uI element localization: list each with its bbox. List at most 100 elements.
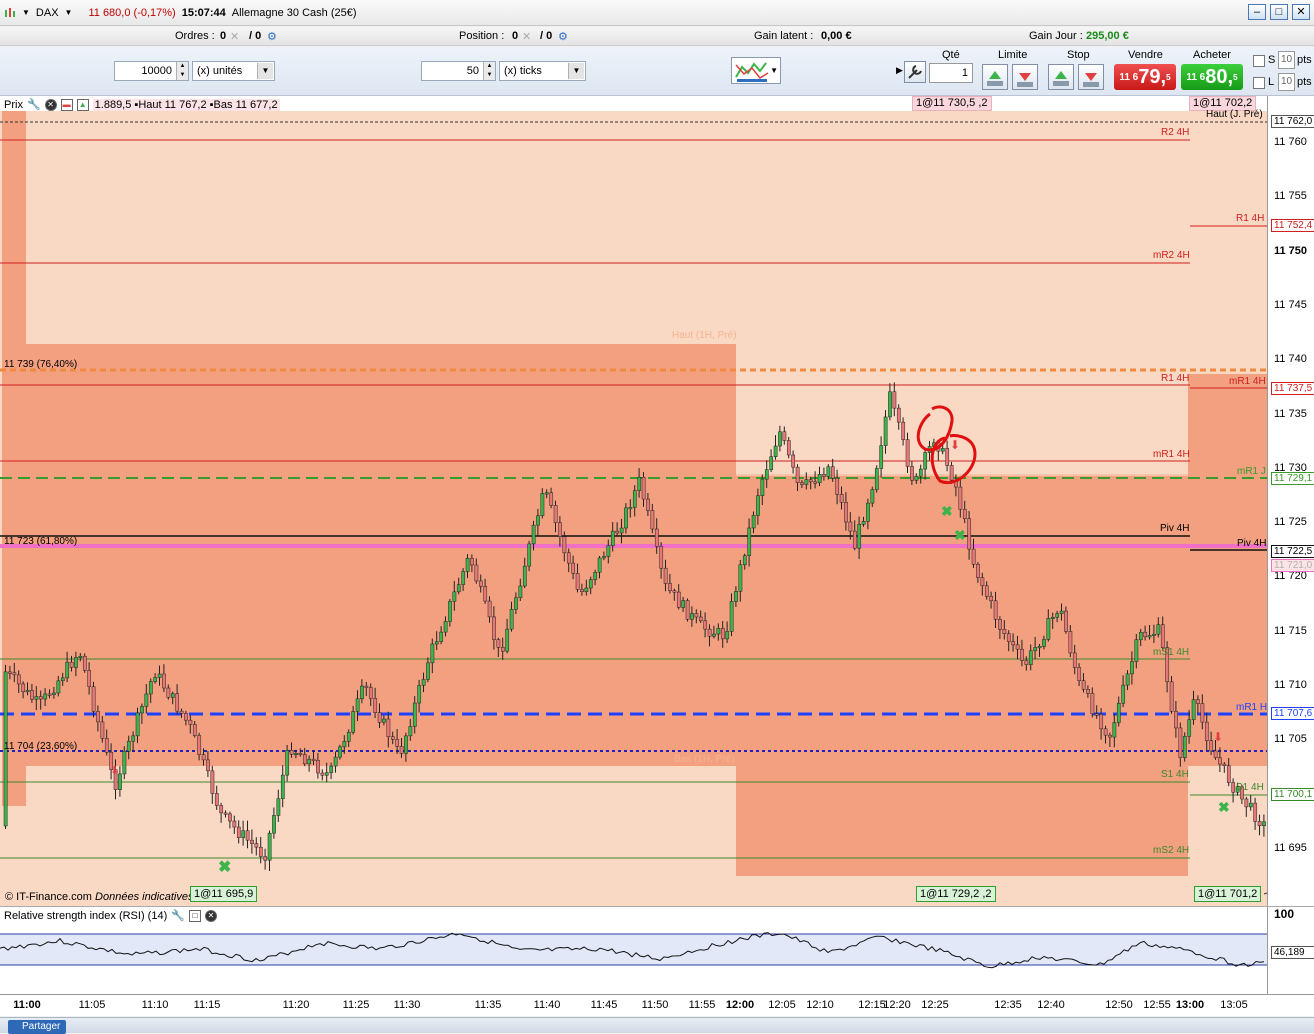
close-button[interactable]: ✕ (1292, 4, 1310, 20)
wrench-icon[interactable]: 🔧 (27, 98, 41, 111)
candle-body (1125, 673, 1130, 686)
candle-body (232, 820, 237, 828)
candle-body (562, 536, 567, 554)
candle-body (874, 468, 879, 490)
cross-marker-icon: ✖ (218, 859, 231, 876)
stepper-arrows-icon[interactable]: ▲ ▼ (176, 62, 188, 80)
candle-body (632, 490, 637, 508)
candle-body (1257, 821, 1262, 826)
fib-76-label: 11 739 (76,40%) (4, 359, 78, 370)
sell-button[interactable]: 11 6 79, 5 (1114, 64, 1176, 90)
candle-body (1191, 699, 1196, 721)
candle-body (509, 609, 514, 630)
maximize-button[interactable]: □ (1270, 4, 1288, 20)
fib-23-label: 11 704 (23,60%) (4, 741, 78, 752)
candle-body (364, 685, 369, 688)
candle-body (250, 839, 254, 844)
candle-body (1077, 667, 1082, 681)
candle-body (681, 600, 686, 608)
candle-body (492, 616, 496, 640)
order-tag-bottom-mid[interactable]: 1@11 729,2 ,2 (916, 886, 996, 902)
ticks-stepper[interactable]: 50 ▲ ▼ (421, 61, 496, 81)
candle-body (518, 585, 523, 598)
candle-body (672, 590, 677, 593)
buy-button[interactable]: 11 6 80, 5 (1181, 64, 1243, 90)
chevron-down-icon[interactable]: ▼ (65, 8, 73, 17)
instrument-name[interactable]: DAX (36, 7, 59, 19)
candle-body (1147, 635, 1152, 638)
candlestick-chart[interactable]: ✖ ✖ ✖ ✖ ⬇ ⬇ ⬇ (0, 96, 1267, 906)
candle-body (914, 475, 919, 481)
stepper-arrows-icon[interactable]: ▲ ▼ (483, 62, 495, 80)
share-button[interactable]: Partager (8, 1020, 67, 1034)
candle-body (544, 492, 549, 495)
quantity-unit-value: (x) unités (197, 65, 243, 77)
price-axis[interactable]: 11 760 11 755 11 750 11 745 11 740 11 735 11 7… (1267, 96, 1314, 906)
candle-body (879, 445, 884, 469)
chevron-down-icon[interactable]: ▼ (257, 63, 273, 79)
rsi-panel[interactable]: Relative strength index (RSI) (14) 🔧 □ ✕… (0, 906, 1314, 995)
candle-body (338, 746, 342, 758)
candle-body (1094, 713, 1099, 716)
candle-body (531, 524, 536, 545)
buy-order-icon[interactable]: ▲ (76, 98, 89, 111)
time-tick: 11:25 (342, 999, 370, 1011)
cancel-icon[interactable]: ✕ (230, 30, 239, 43)
position-label: Position : (459, 30, 505, 42)
candle-body (74, 657, 78, 668)
candle-body (206, 759, 210, 772)
time-tick: 12:05 (768, 999, 796, 1011)
candle-body (1099, 714, 1104, 730)
candle-body (720, 628, 725, 640)
collapse-arrow-icon[interactable]: ▶ (896, 65, 903, 76)
wrench-icon[interactable] (904, 61, 926, 83)
link-icon[interactable]: ⚙ (558, 30, 568, 43)
quantity-unit-select[interactable]: (x) unités ▼ (192, 61, 275, 81)
limit-pts-input[interactable]: 10 (1278, 73, 1295, 91)
cancel-icon[interactable]: ✕ (522, 30, 531, 43)
minimize-button[interactable]: – (1248, 4, 1266, 20)
order-tag-bottom-right[interactable]: 1@11 701,2 (1194, 886, 1262, 902)
order-tag-bottom-left[interactable]: 1@11 695,9 (190, 886, 258, 902)
candle-body (153, 677, 158, 682)
ticks-unit-select[interactable]: (x) ticks ▼ (499, 61, 586, 81)
buy-stop-icon[interactable] (1048, 64, 1074, 90)
price-chart[interactable]: ✖ ✖ ✖ ✖ ⬇ ⬇ ⬇ Prix 🔧 ✕ ▬ ▲ 1.889,5 ▪Haut… (0, 96, 1314, 906)
candle-body (584, 587, 589, 592)
chevron-down-icon[interactable]: ▼ (22, 8, 30, 17)
candle-body (443, 621, 448, 633)
limit-checkbox[interactable] (1253, 77, 1265, 89)
stop-checkbox[interactable] (1253, 55, 1265, 67)
candle-body (641, 477, 646, 500)
chevron-down-icon[interactable]: ▼ (770, 66, 778, 75)
candle-body (1046, 618, 1051, 640)
candle-body (892, 391, 897, 409)
axis-tag-mr1-hourly: 11 707,6 (1271, 707, 1314, 720)
candle-body (135, 712, 140, 737)
fib-61-label: 11 723 (61,80%) (4, 536, 78, 547)
candle-body (241, 830, 246, 838)
candle-body (588, 579, 593, 589)
time-axis[interactable]: 11:00 11:05 11:10 11:15 11:20 11:25 11:30 11:35… (0, 994, 1314, 1016)
candle-body (148, 681, 153, 695)
buy-limit-icon[interactable] (982, 64, 1008, 90)
candle-body (650, 510, 655, 530)
candle-body (1103, 728, 1108, 736)
share-label: Partager (22, 1021, 61, 1032)
chart-icon (4, 7, 16, 19)
candle-body (421, 679, 426, 686)
candle-body (989, 596, 994, 602)
sell-order-icon[interactable]: ▬ (60, 98, 73, 111)
sell-stop-icon[interactable] (1078, 64, 1104, 90)
strategy-icon[interactable]: ▼ (731, 57, 781, 84)
order-tag-top-mid[interactable]: 1@11 730,5 ,2 (912, 96, 992, 111)
quantity-stepper[interactable]: 10000 ▲ ▼ (114, 61, 189, 81)
order-panel: ▶ Qté 1 Limite Stop Vendre 11 6 79, 5 Ac… (896, 47, 1314, 96)
candle-body (1218, 757, 1222, 765)
stop-pts-input[interactable]: 10 (1278, 51, 1295, 69)
close-icon[interactable]: ✕ (44, 98, 57, 111)
chevron-down-icon[interactable]: ▼ (568, 63, 584, 79)
link-icon[interactable]: ⚙ (267, 30, 277, 43)
qte-input[interactable]: 1 (929, 63, 973, 83)
sell-limit-icon[interactable] (1012, 64, 1038, 90)
